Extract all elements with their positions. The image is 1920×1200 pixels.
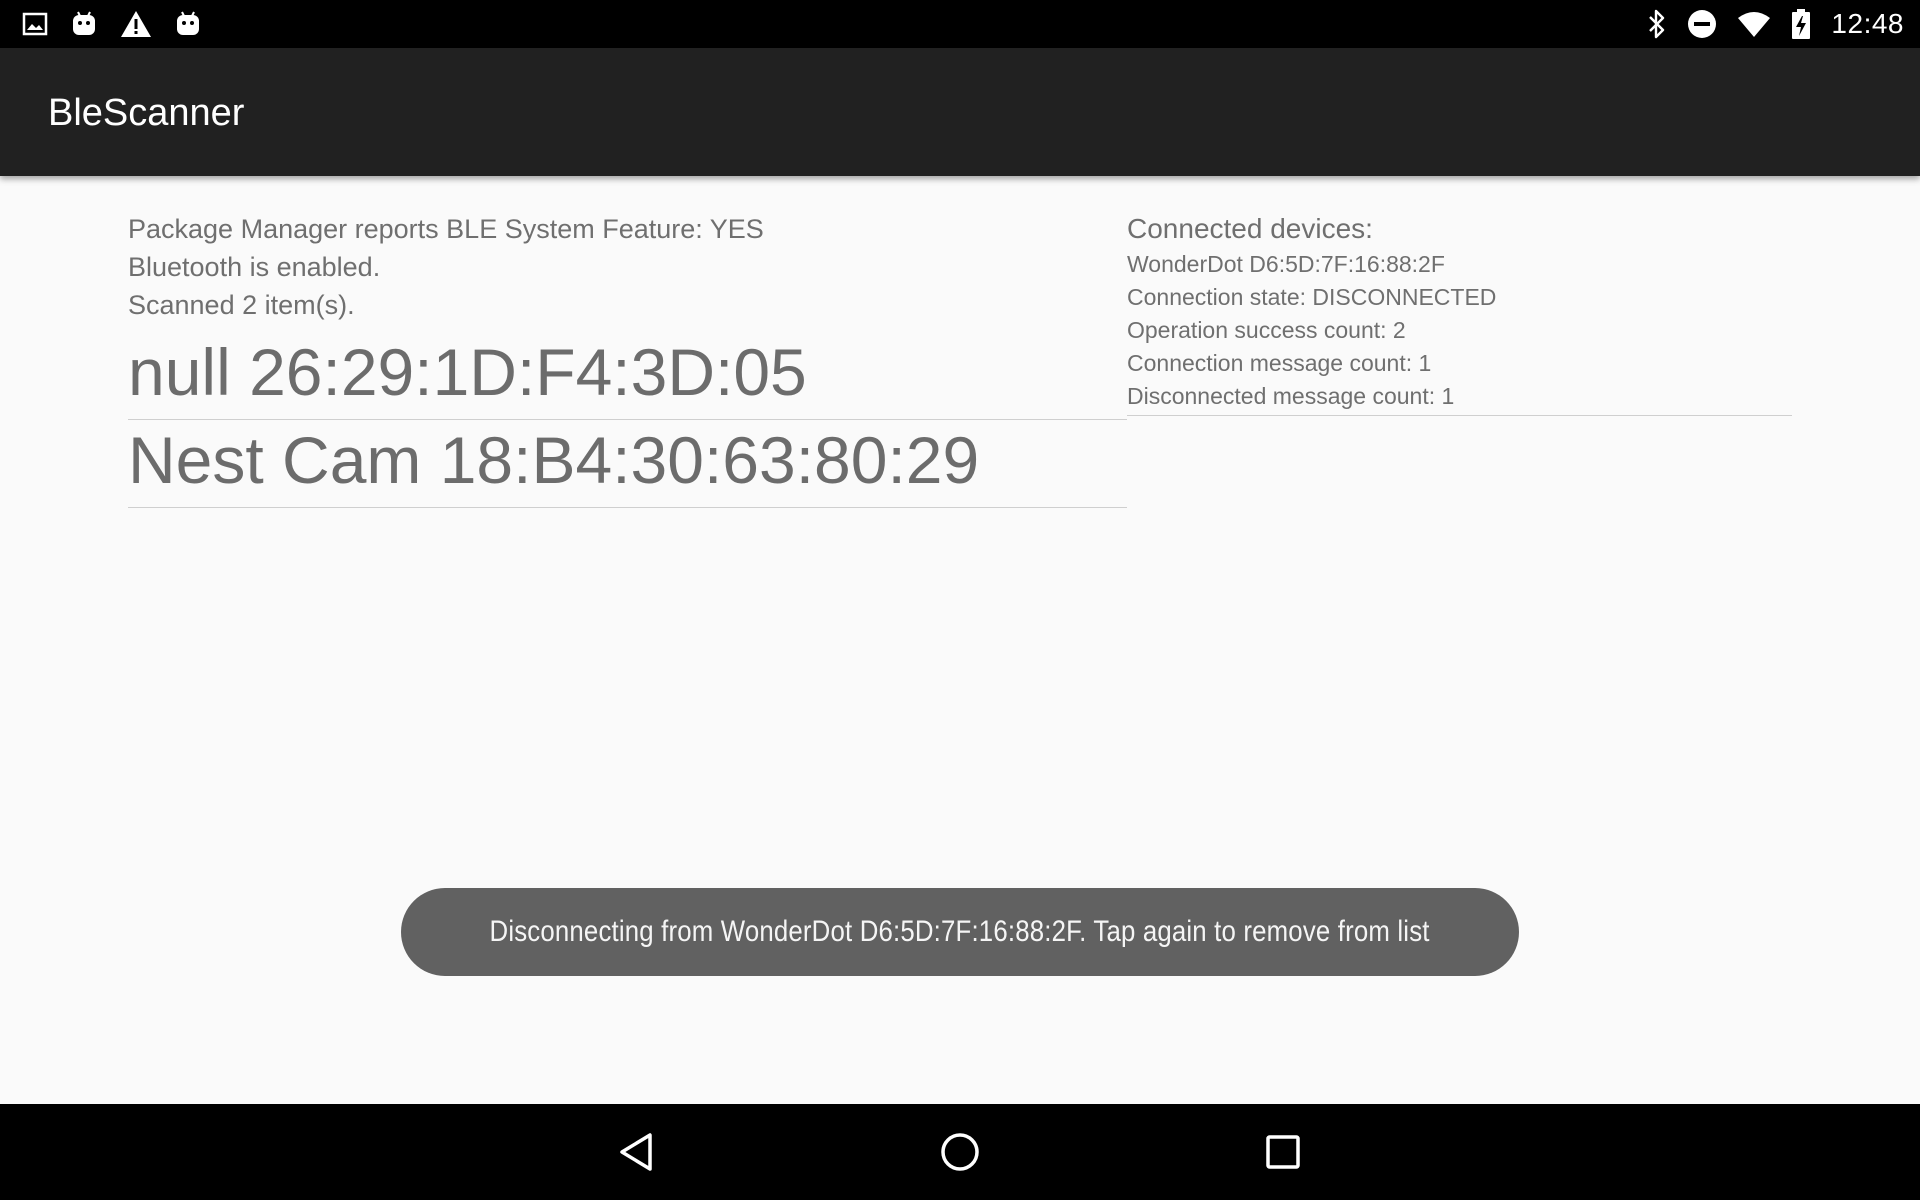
app-bar: BleScanner: [0, 48, 1920, 176]
wifi-icon: [1737, 10, 1771, 38]
status-bar: 12:48: [0, 0, 1920, 48]
scan-pane: Package Manager reports BLE System Featu…: [128, 210, 1127, 508]
warning-notification-icon: [120, 10, 152, 38]
toast-message: Disconnecting from WonderDot D6:5D:7F:16…: [401, 888, 1519, 976]
toast-text: Disconnecting from WonderDot D6:5D:7F:16…: [489, 915, 1431, 948]
android-notification-icon: [70, 10, 98, 38]
connected-device-name: WonderDot D6:5D:7F:16:88:2F: [1127, 251, 1445, 277]
battery-charging-icon: [1791, 8, 1811, 40]
bluetooth-icon: [1647, 9, 1667, 39]
scanned-device-item[interactable]: null 26:29:1D:F4:3D:05: [128, 332, 1127, 420]
home-icon: [939, 1131, 981, 1173]
disconnected-message-count: Disconnected message count: 1: [1127, 383, 1455, 409]
notification-icons: [22, 8, 202, 40]
do-not-disturb-icon: [1687, 9, 1717, 39]
connected-device-item[interactable]: WonderDot D6:5D:7F:16:88:2F Connection s…: [1127, 248, 1792, 416]
bluetooth-status: Bluetooth is enabled.: [128, 252, 381, 282]
android-notification-icon: [174, 10, 202, 38]
scanned-device-list: null 26:29:1D:F4:3D:05 Nest Cam 18:B4:30…: [128, 332, 1127, 508]
system-status-icons: 12:48: [1647, 0, 1904, 48]
recents-button[interactable]: [1253, 1122, 1313, 1182]
operation-success-count: Operation success count: 2: [1127, 317, 1406, 343]
ble-feature-status: Package Manager reports BLE System Featu…: [128, 214, 764, 244]
scanned-count: Scanned 2 item(s).: [128, 290, 355, 320]
connected-pane: Connected devices: WonderDot D6:5D:7F:16…: [1127, 210, 1792, 416]
recents-icon: [1265, 1134, 1301, 1170]
scanned-device-item[interactable]: Nest Cam 18:B4:30:63:80:29: [128, 420, 1127, 508]
connection-state: Connection state: DISCONNECTED: [1127, 284, 1497, 310]
image-notification-icon: [22, 11, 48, 37]
clock: 12:48: [1831, 8, 1904, 39]
connected-devices-heading: Connected devices:: [1127, 213, 1373, 244]
app-title: BleScanner: [48, 92, 245, 134]
connection-message-count: Connection message count: 1: [1127, 350, 1432, 376]
back-icon: [618, 1132, 654, 1172]
navigation-bar: [0, 1104, 1920, 1200]
home-button[interactable]: [930, 1122, 990, 1182]
back-button[interactable]: [606, 1122, 666, 1182]
